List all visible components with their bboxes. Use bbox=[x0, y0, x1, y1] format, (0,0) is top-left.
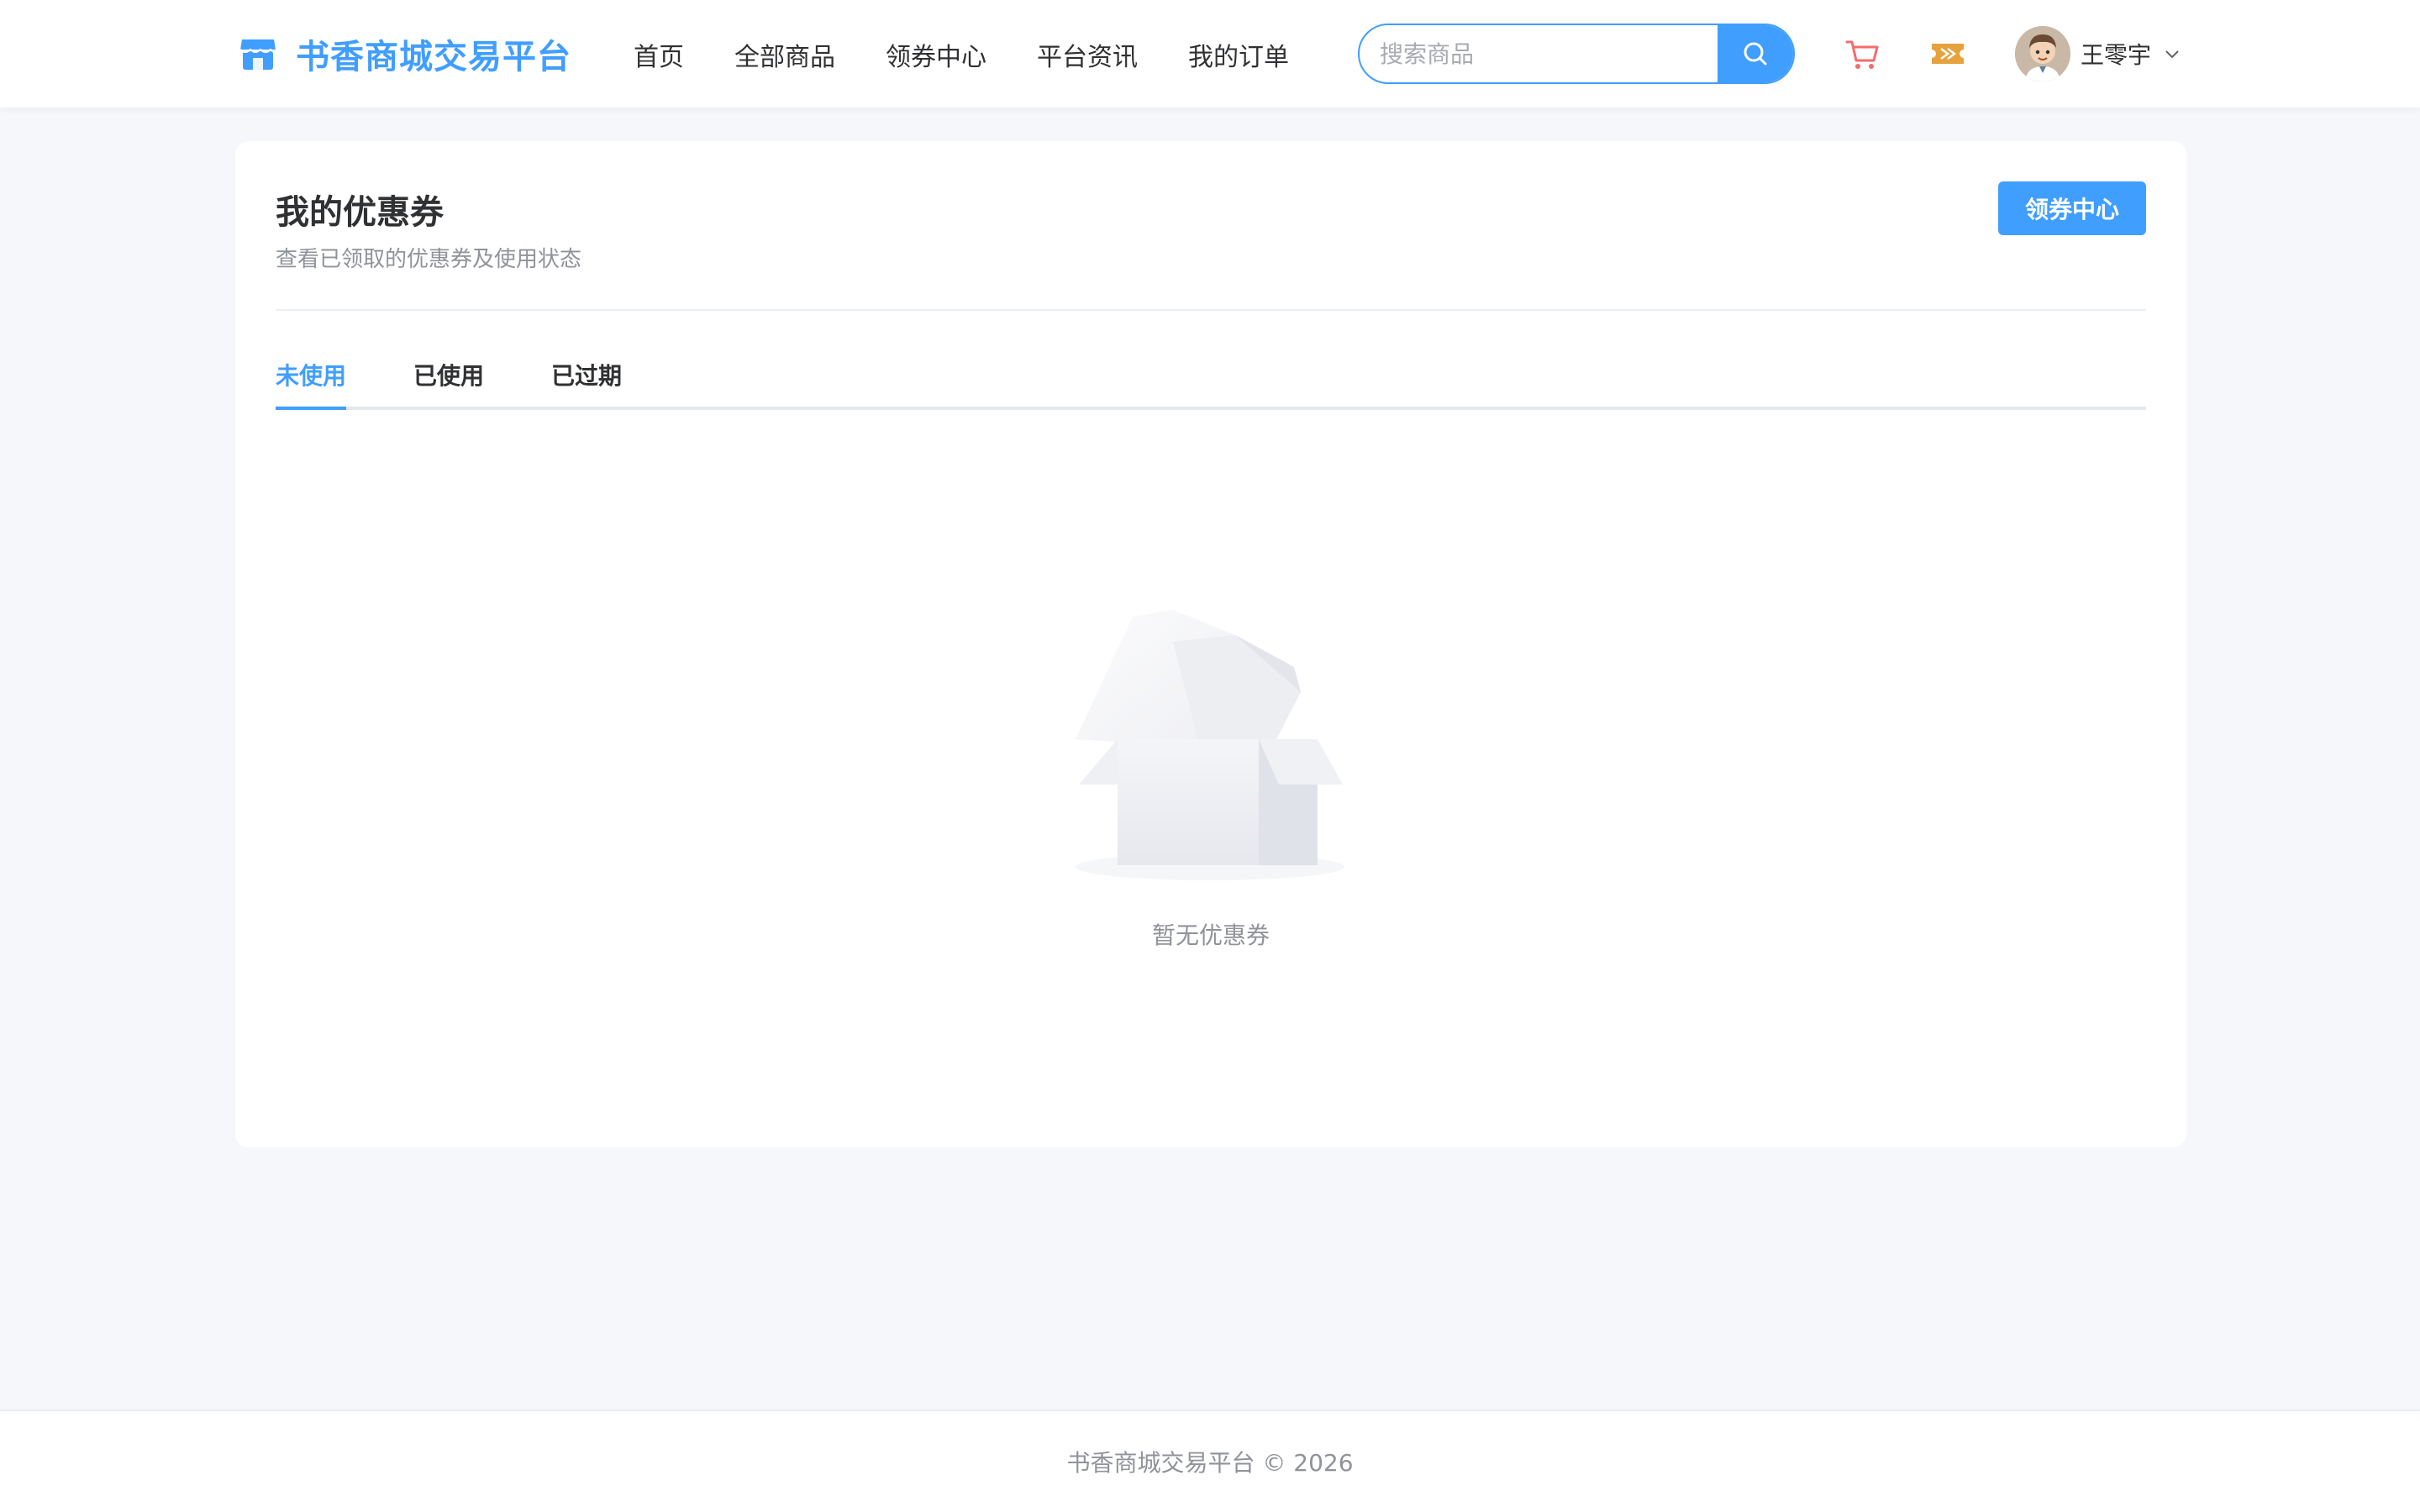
coupon-icon bbox=[1932, 44, 1964, 64]
cart-button[interactable] bbox=[1844, 35, 1881, 72]
page-subtitle: 查看已领取的优惠券及使用状态 bbox=[276, 247, 582, 272]
coupon-tabs: 未使用 已使用 已过期 bbox=[276, 358, 2146, 410]
main-nav: 首页 全部商品 领券中心 平台资讯 我的订单 bbox=[634, 34, 1339, 76]
user-menu[interactable]: 王零宇 bbox=[2015, 25, 2181, 82]
search-icon bbox=[1744, 42, 1767, 66]
search-input[interactable] bbox=[1360, 25, 1718, 82]
nav-my-orders[interactable]: 我的订单 bbox=[1188, 36, 1289, 73]
tab-unused[interactable]: 未使用 bbox=[276, 358, 346, 410]
page-title: 我的优惠券 bbox=[276, 193, 444, 232]
chevron-down-icon bbox=[2165, 50, 2179, 59]
top-header: 书香商城交易平台 首页 全部商品 领券中心 平台资讯 我的订单 搜索商品 王零宇 bbox=[0, 0, 2420, 108]
tabs-baseline bbox=[276, 407, 2146, 410]
cart-icon bbox=[1845, 40, 1879, 69]
coupon-center-button[interactable]: 领券中心 bbox=[1998, 181, 2146, 235]
nav-news[interactable]: 平台资讯 bbox=[1037, 36, 1138, 73]
brand-name: 书香商城交易平台 bbox=[296, 38, 571, 76]
footer-copyright: 书香商城交易平台 © 2026 bbox=[1066, 1449, 1354, 1477]
tab-expired[interactable]: 已过期 bbox=[551, 358, 622, 410]
empty-box-illustration bbox=[1076, 610, 1344, 880]
search-bar bbox=[1358, 24, 1795, 84]
coupon-button[interactable] bbox=[1929, 35, 1966, 72]
coupon-card: 我的优惠券 查看已领取的优惠券及使用状态 领券中心 未使用 已使用 已过期 暂无… bbox=[235, 141, 2186, 1147]
search-button[interactable] bbox=[1718, 25, 1793, 82]
avatar bbox=[2015, 26, 2070, 81]
divider bbox=[276, 309, 2146, 311]
store-icon bbox=[239, 39, 276, 70]
nav-all-products[interactable]: 全部商品 bbox=[734, 36, 835, 73]
user-name: 王零宇 bbox=[2081, 41, 2152, 69]
nav-home[interactable]: 首页 bbox=[634, 36, 684, 73]
empty-state-text: 暂无优惠券 bbox=[1151, 921, 1270, 949]
tab-used[interactable]: 已使用 bbox=[413, 358, 484, 410]
brand-logo[interactable]: 书香商城交易平台 bbox=[239, 32, 571, 76]
nav-coupon-center[interactable]: 领券中心 bbox=[886, 36, 986, 73]
active-tab-indicator bbox=[276, 407, 346, 410]
footer: 书香商城交易平台 © 2026 bbox=[0, 1410, 2420, 1512]
